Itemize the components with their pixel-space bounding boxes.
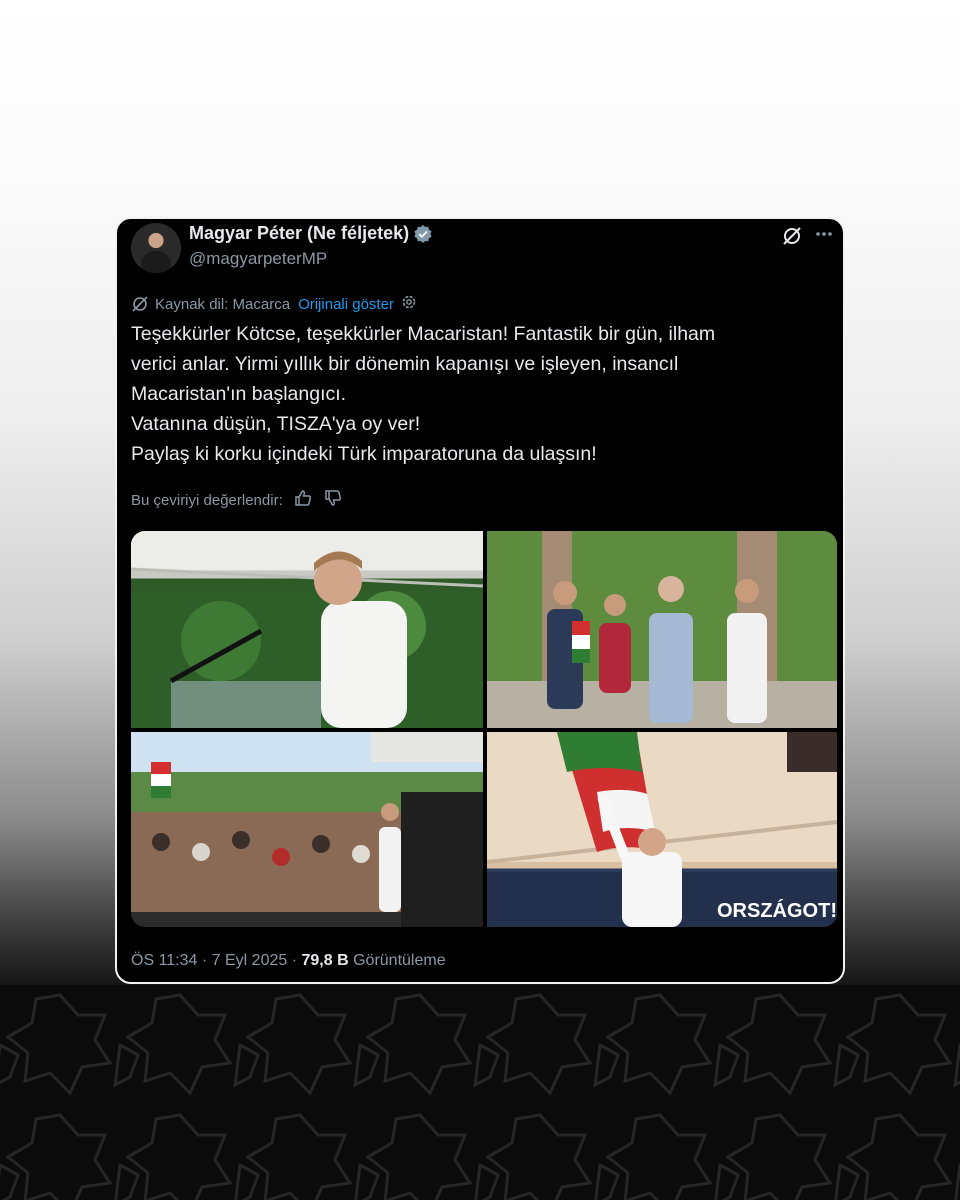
translate-icon — [132, 296, 148, 312]
photo-flag-waving[interactable]: ORSZÁGOT! — [487, 732, 837, 927]
tweet-text-line: Macaristan'ın başlangıcı. — [131, 383, 347, 405]
show-original-link[interactable]: Orijinali göster — [298, 296, 394, 313]
gear-icon[interactable] — [400, 293, 424, 315]
photo-crowd-rally[interactable] — [131, 732, 483, 927]
source-language-label: Kaynak dil: Macarca — [155, 295, 291, 313]
more-icon[interactable] — [813, 223, 835, 245]
rate-translation-row: Bu çeviriyi değerlendir: — [131, 489, 343, 511]
tweet-text-line: Teşekkürler Kötcse, teşekkürler Macarist… — [131, 323, 716, 345]
verified-badge-icon[interactable] — [413, 224, 433, 244]
grok-icon[interactable] — [781, 225, 803, 247]
tweet-card: Magyar Péter (Ne féljetek) @magyarpeterM… — [115, 217, 845, 984]
translation-row: Kaynak dil: Macarca Orijinali göster — [131, 293, 424, 315]
avatar[interactable] — [131, 223, 181, 273]
thumbs-up-icon[interactable] — [283, 489, 313, 511]
tweet-text-line: Vatanına düşün, TISZA'ya oy ver! — [131, 413, 421, 435]
author-row: Magyar Péter (Ne féljetek) — [189, 223, 433, 244]
thumbs-down-icon[interactable] — [313, 489, 343, 511]
views-label: Görüntüleme — [353, 952, 446, 969]
photo-group-standing[interactable] — [487, 531, 837, 728]
author-handle[interactable]: @magyarpeterMP — [189, 249, 327, 269]
tweet-text-line: verici anlar. Yirmi yıllık bir dönemin k… — [131, 353, 679, 375]
tweet-meta: ÖS 11:34 · 7 Eyl 2025 · 79,8 B Görüntüle… — [131, 952, 446, 970]
photo-speaker-podium[interactable] — [131, 531, 483, 728]
meta-separator: · — [291, 952, 298, 969]
tweet-time[interactable]: ÖS 11:34 — [131, 952, 197, 969]
author-name[interactable]: Magyar Péter (Ne féljetek) — [189, 223, 409, 244]
media-grid: ORSZÁGOT! — [131, 531, 837, 927]
rate-translation-label: Bu çeviriyi değerlendir: — [131, 491, 283, 509]
background-pattern — [0, 985, 960, 1200]
tweet-date[interactable]: 7 Eyl 2025 — [212, 952, 288, 969]
views-count: 79,8 B — [301, 952, 349, 969]
meta-separator: · — [201, 952, 208, 969]
tweet-text-line: Paylaş ki korku içindeki Türk imparatoru… — [131, 443, 597, 465]
banner-text: ORSZÁGOT! — [717, 899, 837, 922]
tweet-text: Teşekkürler Kötcse, teşekkürler Macarist… — [131, 319, 831, 469]
